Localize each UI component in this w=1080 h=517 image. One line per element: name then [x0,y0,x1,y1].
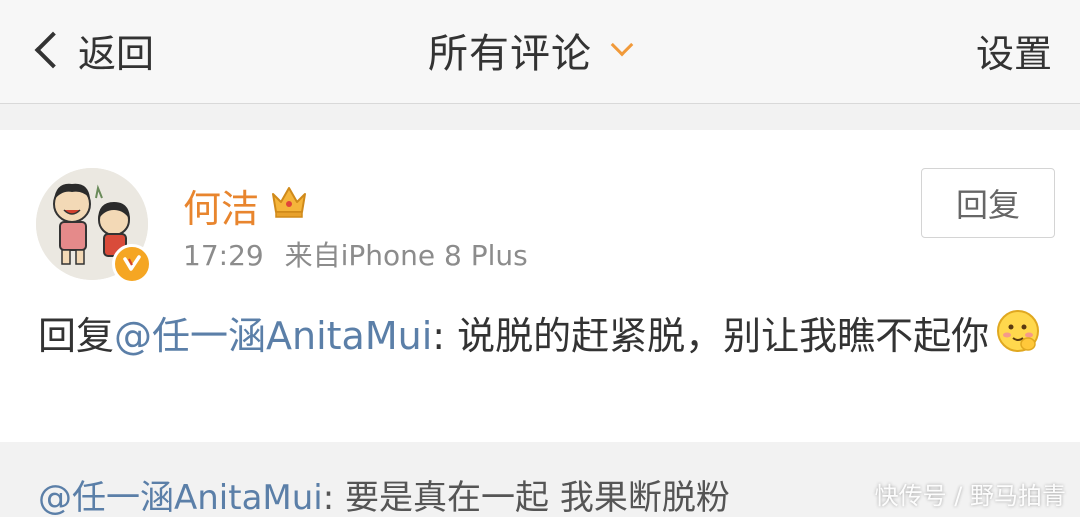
crown-icon [269,182,309,229]
comment-source: 来自iPhone 8 Plus [284,239,528,272]
quoted-text: @任一涵AnitaMui: 要是真在一起 我果断脱粉 [38,470,730,517]
navigation-bar: 返回 所有评论 设置 [0,0,1080,104]
title-dropdown[interactable]: 所有评论 [428,20,634,80]
reply-button[interactable]: 回复 [921,168,1055,238]
comment-meta: 17:29 来自iPhone 8 Plus [183,234,528,274]
author-name: 何洁 [183,187,260,231]
chevron-left-icon [34,31,72,69]
settings-button[interactable]: 设置 [976,20,1052,80]
comment-body: 回复@任一涵AnitaMui: 说脱的赶紧脱，别让我瞧不起你 [38,308,1048,369]
chevron-down-icon [610,33,634,57]
page-title: 所有评论 [428,31,592,77]
quoted-content: : 要是真在一起 我果断脱粉 [322,478,730,517]
quoted-mention[interactable]: @任一涵AnitaMui [38,478,323,517]
reply-prefix: 回复 [38,314,115,358]
back-label: 返回 [78,31,155,76]
mention-link[interactable]: @任一涵AnitaMui [114,314,432,358]
watermark: 快传号 / 野马拍青 [874,482,1066,510]
verified-badge-icon [112,244,152,284]
comment-author[interactable]: 何洁 [183,178,309,233]
comment-time: 17:29 [183,239,264,272]
comment-card: 何洁 17:29 来自iPhone 8 Plus 回复 回复@任一涵AnitaM… [0,130,1080,442]
back-button[interactable]: 返回 [30,20,154,80]
shy-smile-emoji-icon [995,308,1041,369]
quoted-comment[interactable]: @任一涵AnitaMui: 要是真在一起 我果断脱粉 快传号 / 野马拍青 [0,442,1080,517]
comment-content: : 说脱的赶紧脱，别让我瞧不起你 [432,314,990,358]
